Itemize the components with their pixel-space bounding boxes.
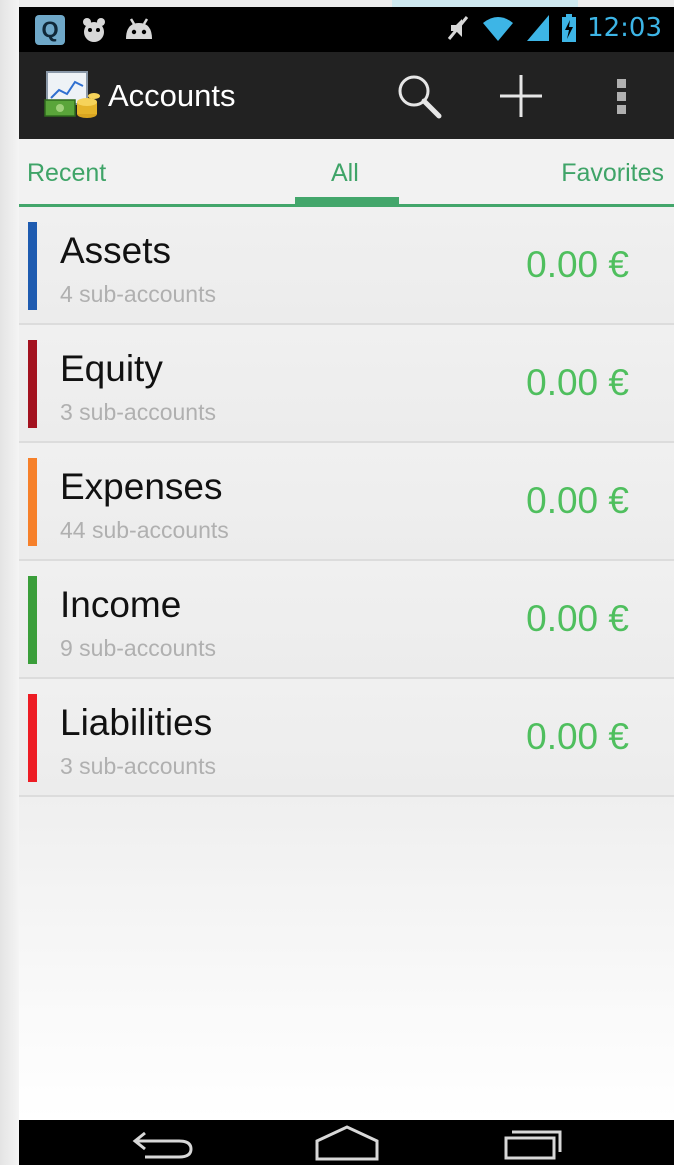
background-accent (392, 0, 578, 7)
back-button[interactable] (124, 1120, 204, 1165)
app-logo-icon (44, 71, 100, 118)
home-icon (315, 1124, 379, 1160)
action-bar: Accounts (19, 52, 674, 139)
notification-app-icon (83, 18, 105, 42)
account-name: Expenses (60, 466, 223, 507)
overflow-menu-icon (617, 79, 626, 114)
account-balance: 0.00 € (526, 480, 629, 521)
account-color-bar (28, 222, 37, 310)
account-name: Assets (60, 230, 172, 271)
account-balance: 0.00 € (526, 244, 629, 285)
tab-recent[interactable]: Recent (27, 159, 106, 188)
signal-icon (527, 15, 550, 41)
add-account-button[interactable] (493, 68, 549, 124)
mute-icon (447, 16, 469, 40)
list-empty-space (19, 797, 674, 1120)
overflow-menu-button[interactable] (594, 68, 650, 124)
phone-screen: Q 12:03 Accounts Recent All Favorites As… (19, 7, 674, 1165)
account-row-equity[interactable]: Equity 3 sub-accounts 0.00 € (19, 325, 674, 443)
home-button[interactable] (307, 1120, 387, 1165)
background-left (0, 0, 19, 1165)
recent-apps-button[interactable] (493, 1120, 573, 1165)
back-icon (132, 1131, 193, 1158)
status-bar: Q 12:03 (19, 7, 674, 52)
wifi-icon (483, 17, 514, 41)
account-balance: 0.00 € (526, 598, 629, 639)
navigation-bar (19, 1120, 674, 1165)
search-icon (398, 75, 442, 119)
account-subcount: 4 sub-accounts (60, 281, 216, 307)
status-time: 12:03 (587, 13, 662, 43)
account-row-income[interactable]: Income 9 sub-accounts 0.00 € (19, 561, 674, 679)
account-color-bar (28, 340, 37, 428)
account-row-expenses[interactable]: Expenses 44 sub-accounts 0.00 € (19, 443, 674, 561)
add-icon (500, 75, 542, 117)
account-balance: 0.00 € (526, 716, 629, 757)
account-name: Equity (60, 348, 163, 389)
account-color-bar (28, 458, 37, 546)
recent-apps-icon (504, 1130, 562, 1159)
account-row-liabilities[interactable]: Liabilities 3 sub-accounts 0.00 € (19, 679, 674, 797)
battery-charging-icon (562, 14, 577, 42)
account-name: Income (60, 584, 182, 625)
tab-all[interactable]: All (331, 159, 359, 188)
account-color-bar (28, 576, 37, 664)
accounts-list: Assets 4 sub-accounts 0.00 € Equity 3 su… (19, 207, 674, 797)
account-subcount: 3 sub-accounts (60, 753, 216, 779)
tab-selected-indicator (295, 197, 399, 206)
account-row-assets[interactable]: Assets 4 sub-accounts 0.00 € (19, 207, 674, 325)
page-title: Accounts (108, 78, 236, 113)
android-icon (126, 18, 152, 39)
account-name: Liabilities (60, 702, 213, 743)
account-balance: 0.00 € (526, 362, 629, 403)
account-color-bar (28, 694, 37, 782)
account-subcount: 44 sub-accounts (60, 517, 229, 543)
quickoffice-icon: Q (35, 15, 65, 45)
tab-favorites[interactable]: Favorites (561, 159, 664, 188)
search-button[interactable] (391, 68, 447, 124)
account-subcount: 3 sub-accounts (60, 399, 216, 425)
account-subcount: 9 sub-accounts (60, 635, 216, 661)
